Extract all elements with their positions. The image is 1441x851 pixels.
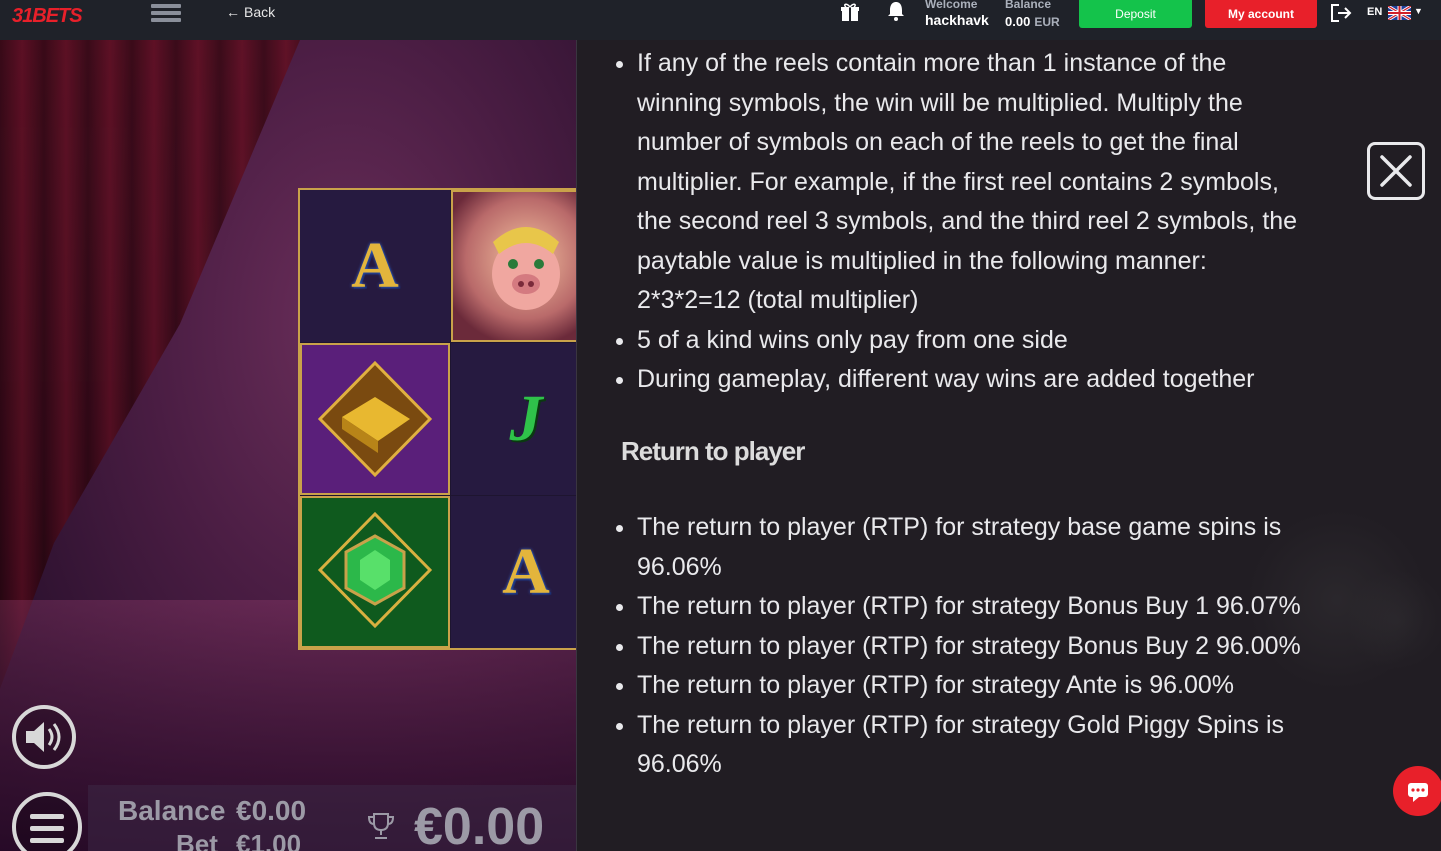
chevron-down-icon[interactable]: ▼ — [1414, 6, 1423, 16]
back-label: Back — [244, 4, 276, 20]
gift-icon[interactable] — [840, 2, 860, 22]
chat-button[interactable] — [1393, 766, 1441, 816]
gold-gem-icon — [317, 360, 433, 478]
language-label[interactable]: EN — [1367, 6, 1382, 18]
game-balance-label: Balance — [118, 795, 226, 826]
balance-label: Balance — [1005, 0, 1052, 11]
top-bar: 31BETS ← Back Welcome hackhavk Balance 0.… — [0, 0, 1441, 40]
symbol-a: A — [351, 229, 399, 302]
reel-cell-emerald — [300, 496, 450, 648]
pig-symbol-icon — [492, 227, 560, 310]
sound-icon — [26, 722, 61, 752]
sound-button[interactable] — [12, 705, 76, 769]
reel-cell-gold-gem — [300, 343, 450, 495]
balance-currency: EUR — [1034, 15, 1060, 29]
symbol-j: J — [509, 382, 543, 455]
uk-flag-icon[interactable] — [1388, 6, 1411, 20]
logout-icon[interactable] — [1330, 3, 1352, 23]
list-item: During gameplay, different way wins are … — [616, 360, 1317, 400]
emerald-gem-icon — [317, 511, 433, 629]
rtp-list: The return to player (RTP) for strategy … — [616, 508, 1317, 785]
game-balance-value: €0.00 — [236, 795, 307, 826]
menu-icon — [30, 814, 64, 819]
list-item: 5 of a kind wins only pay from one side — [616, 321, 1317, 361]
back-link[interactable]: ← Back — [226, 4, 275, 20]
reel-cell-letter-a: A — [451, 496, 576, 648]
username: hackhavk — [925, 12, 989, 28]
rtp-heading: Return to player — [621, 436, 805, 466]
welcome-label: Welcome — [925, 0, 978, 11]
reel-grid: A J A — [298, 188, 576, 650]
list-item: The return to player (RTP) for strategy … — [616, 706, 1317, 785]
my-account-button[interactable]: My account — [1205, 0, 1317, 28]
close-button[interactable] — [1367, 142, 1425, 200]
game-area: A J A Balance €0.00 Bet €1.00 €0.00 — [0, 40, 576, 851]
close-icon — [1380, 155, 1412, 187]
list-item: The return to player (RTP) for strategy … — [616, 666, 1317, 706]
game-bet-label: Bet — [176, 829, 218, 851]
list-item: The return to player (RTP) for strategy … — [616, 627, 1317, 667]
logo[interactable]: 31BETS — [12, 5, 83, 28]
logo-suffix: BETS — [32, 5, 82, 27]
rules-list: If any of the reels contain more than 1 … — [616, 44, 1317, 400]
balance-value: 0.00 EUR — [1005, 14, 1060, 29]
list-item: The return to player (RTP) for strategy … — [616, 508, 1317, 587]
trophy-icon — [367, 813, 395, 839]
chat-icon — [1408, 783, 1428, 802]
game-win-value: €0.00 — [414, 798, 545, 851]
arrow-left-icon: ← — [226, 4, 240, 20]
game-rules-panel: If any of the reels contain more than 1 … — [576, 40, 1441, 851]
game-bet-value: €1.00 — [236, 829, 302, 851]
menu-icon[interactable] — [151, 4, 181, 26]
reel-cell-pig — [451, 190, 576, 342]
bell-icon[interactable] — [886, 0, 906, 22]
balance-amount: 0.00 — [1005, 14, 1031, 29]
list-item: If any of the reels contain more than 1 … — [616, 44, 1317, 321]
reel-cell-letter-a: A — [300, 190, 450, 342]
logo-prefix: 31 — [12, 5, 33, 27]
deposit-button[interactable]: Deposit — [1079, 0, 1192, 28]
reel-cell-letter-j: J — [451, 343, 576, 495]
symbol-a: A — [502, 535, 550, 608]
game-status-bar: Balance €0.00 Bet €1.00 €0.00 — [88, 785, 576, 851]
list-item: The return to player (RTP) for strategy … — [616, 587, 1317, 627]
